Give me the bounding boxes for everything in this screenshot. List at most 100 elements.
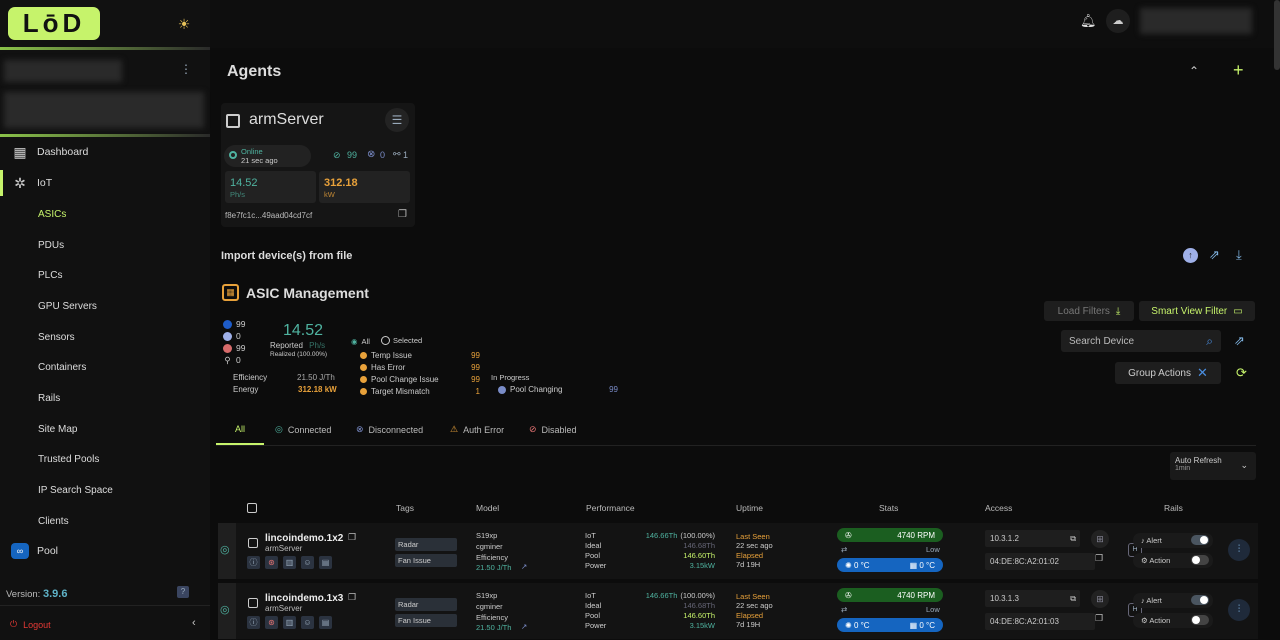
tab-disconnected[interactable]: ⊗ Disconnected <box>356 424 423 435</box>
agent-checkbox[interactable] <box>226 114 240 128</box>
external-link-icon[interactable]: ⧉ <box>1070 590 1076 607</box>
external-link-icon[interactable]: ⧉ <box>1070 530 1076 547</box>
lifebuoy-icon[interactable]: ⊛ <box>265 556 278 569</box>
logout-button[interactable]: ⏻ Logout <box>10 619 51 630</box>
add-agent-icon[interactable]: + <box>1233 60 1244 81</box>
sidebar-item-gpu-servers[interactable]: GPU Servers <box>38 301 97 312</box>
copy-icon[interactable]: ❐ <box>1095 613 1103 624</box>
sidebar-item-trusted-pools[interactable]: Trusted Pools <box>38 454 99 465</box>
sidebar-item-clients[interactable]: Clients <box>38 516 69 527</box>
person-icon[interactable]: ☺ <box>301 616 314 629</box>
app-logo[interactable]: LōD <box>8 7 100 40</box>
download-icon[interactable]: ⤓ <box>1236 247 1242 263</box>
column-uptime[interactable]: Uptime <box>736 503 763 513</box>
column-performance[interactable]: Performance <box>586 503 635 513</box>
sidebar-item-asics[interactable]: ASICs <box>38 209 66 220</box>
column-rails[interactable]: Rails <box>1164 503 1183 513</box>
scrollbar-thumb[interactable] <box>1274 0 1280 70</box>
issue-row[interactable]: Temp Issue 99 <box>360 349 480 361</box>
select-all-checkbox[interactable] <box>247 503 257 513</box>
smart-view-filter-button[interactable]: Smart View Filter ▭ <box>1139 301 1255 321</box>
perf-key: Pool <box>585 551 601 560</box>
search-icon[interactable]: ⌕ <box>1206 334 1213 349</box>
network-icon[interactable]: ⊞ <box>1091 530 1109 548</box>
cloud-upload-icon[interactable]: ☁ <box>1106 9 1130 33</box>
action-toggle[interactable] <box>1191 555 1209 565</box>
nav-pool[interactable]: ∞ Pool <box>0 536 210 566</box>
person-icon[interactable]: ☺ <box>301 556 314 569</box>
sidebar-item-rails[interactable]: Rails <box>38 393 60 404</box>
sidebar-item-pdus[interactable]: PDUs <box>38 240 64 251</box>
tab-auth-error[interactable]: ⚠ Auth Error <box>450 424 504 435</box>
row-checkbox[interactable] <box>248 598 258 608</box>
ip-address-field[interactable]: 10.3.1.2 ⧉ <box>985 530 1080 547</box>
row-checkbox[interactable] <box>248 538 258 548</box>
column-model[interactable]: Model <box>476 503 499 513</box>
tab-all[interactable]: All <box>235 424 245 434</box>
copy-icon[interactable]: ❐ <box>348 592 356 603</box>
lifebuoy-icon[interactable]: ⊛ <box>265 616 278 629</box>
info-icon[interactable]: ⓘ <box>247 556 260 569</box>
alert-toggle[interactable] <box>1191 595 1209 605</box>
bell-icon[interactable]: 🔔︎ <box>1080 13 1097 29</box>
column-tags[interactable]: Tags <box>396 503 414 513</box>
sun-icon[interactable]: ☀ <box>176 16 192 32</box>
sidebar-item-containers[interactable]: Containers <box>38 362 86 373</box>
refresh-icon[interactable]: ⟳ <box>1236 365 1247 381</box>
more-vertical-icon[interactable]: ⋮ <box>180 62 192 76</box>
load-filters-button[interactable]: Load Filters ⤓ <box>1044 301 1134 321</box>
calendar-icon[interactable]: ▤ <box>319 616 332 629</box>
issue-row[interactable]: Target Mismatch 1 <box>360 385 480 397</box>
search-device-field[interactable]: Search Device ⌕ <box>1061 330 1221 352</box>
sidebar-item-ip-search-space[interactable]: IP Search Space <box>38 485 113 496</box>
network-icon[interactable]: ⊞ <box>1091 590 1109 608</box>
issue-row[interactable]: Has Error 99 <box>360 361 480 373</box>
tag-radar[interactable]: Radar <box>395 598 457 611</box>
export-list-icon[interactable]: ⇗ <box>1234 333 1245 349</box>
tab-connected[interactable]: ◎ Connected <box>275 424 331 435</box>
column-stats[interactable]: Stats <box>879 503 898 513</box>
issue-row[interactable]: Pool Change Issue 99 <box>360 373 480 385</box>
external-link-icon[interactable]: ↗ <box>521 622 527 631</box>
table-row[interactable]: ◎ lincoindemo.1x3 ❐ armServer ⓘ ⊛ ▥ ☺ ▤ … <box>218 583 1258 639</box>
pool-changing-row[interactable]: Pool Changing 99 <box>498 385 618 394</box>
auto-refresh-select[interactable]: Auto Refresh 1min ⌄ <box>1170 452 1256 480</box>
upload-icon[interactable]: ↑ <box>1183 248 1198 263</box>
copy-icon[interactable]: ❐ <box>348 532 356 543</box>
tab-disabled[interactable]: ⊘ Disabled <box>529 424 577 435</box>
filter-all[interactable]: ◉ All <box>351 337 370 346</box>
device-name[interactable]: lincoindemo.1x2 <box>265 533 343 544</box>
export-icon[interactable]: ⇗ <box>1209 247 1220 263</box>
sliders-icon[interactable]: ☰ <box>385 108 409 132</box>
help-icon[interactable]: ? <box>177 586 189 598</box>
action-toggle[interactable] <box>1191 615 1209 625</box>
nav-dashboard[interactable]: ▦ Dashboard <box>0 137 210 167</box>
group-actions-button[interactable]: Group Actions ✕ <box>1115 362 1221 384</box>
filter-selected[interactable]: Selected <box>381 336 422 345</box>
rails-icon[interactable]: ⫶ <box>1228 539 1250 561</box>
copy-icon[interactable]: ❐ <box>1095 553 1103 564</box>
table-row[interactable]: ◎ lincoindemo.1x2 ❐ armServer ⓘ ⊛ ▥ ☺ ▤ … <box>218 523 1258 579</box>
device-name[interactable]: lincoindemo.1x3 <box>265 593 343 604</box>
collapse-sidebar-icon[interactable]: ‹ <box>192 617 196 629</box>
search-input[interactable]: Search Device <box>1069 336 1134 347</box>
alert-toggle[interactable] <box>1191 535 1209 545</box>
layout-icon[interactable]: ▥ <box>283 616 296 629</box>
tag-radar[interactable]: Radar <box>395 538 457 551</box>
external-link-icon[interactable]: ↗ <box>521 562 527 571</box>
tag-fan-issue[interactable]: Fan Issue <box>395 614 457 627</box>
copy-icon[interactable]: ❐ <box>398 209 407 220</box>
collapse-agents-icon[interactable]: ⌃ <box>1189 64 1199 78</box>
ip-address-field[interactable]: 10.3.1.3 ⧉ <box>985 590 1080 607</box>
sidebar-item-sensors[interactable]: Sensors <box>38 332 75 343</box>
info-icon[interactable]: ⓘ <box>247 616 260 629</box>
layout-icon[interactable]: ▥ <box>283 556 296 569</box>
sidebar-item-plcs[interactable]: PLCs <box>38 270 62 281</box>
nav-iot[interactable]: ✲ IoT <box>0 168 210 198</box>
column-access[interactable]: Access <box>985 503 1012 513</box>
calendar-icon[interactable]: ▤ <box>319 556 332 569</box>
rails-icon[interactable]: ⫶ <box>1228 599 1250 621</box>
account-blurred[interactable] <box>1140 8 1252 34</box>
tag-fan-issue[interactable]: Fan Issue <box>395 554 457 567</box>
sidebar-item-site-map[interactable]: Site Map <box>38 424 77 435</box>
